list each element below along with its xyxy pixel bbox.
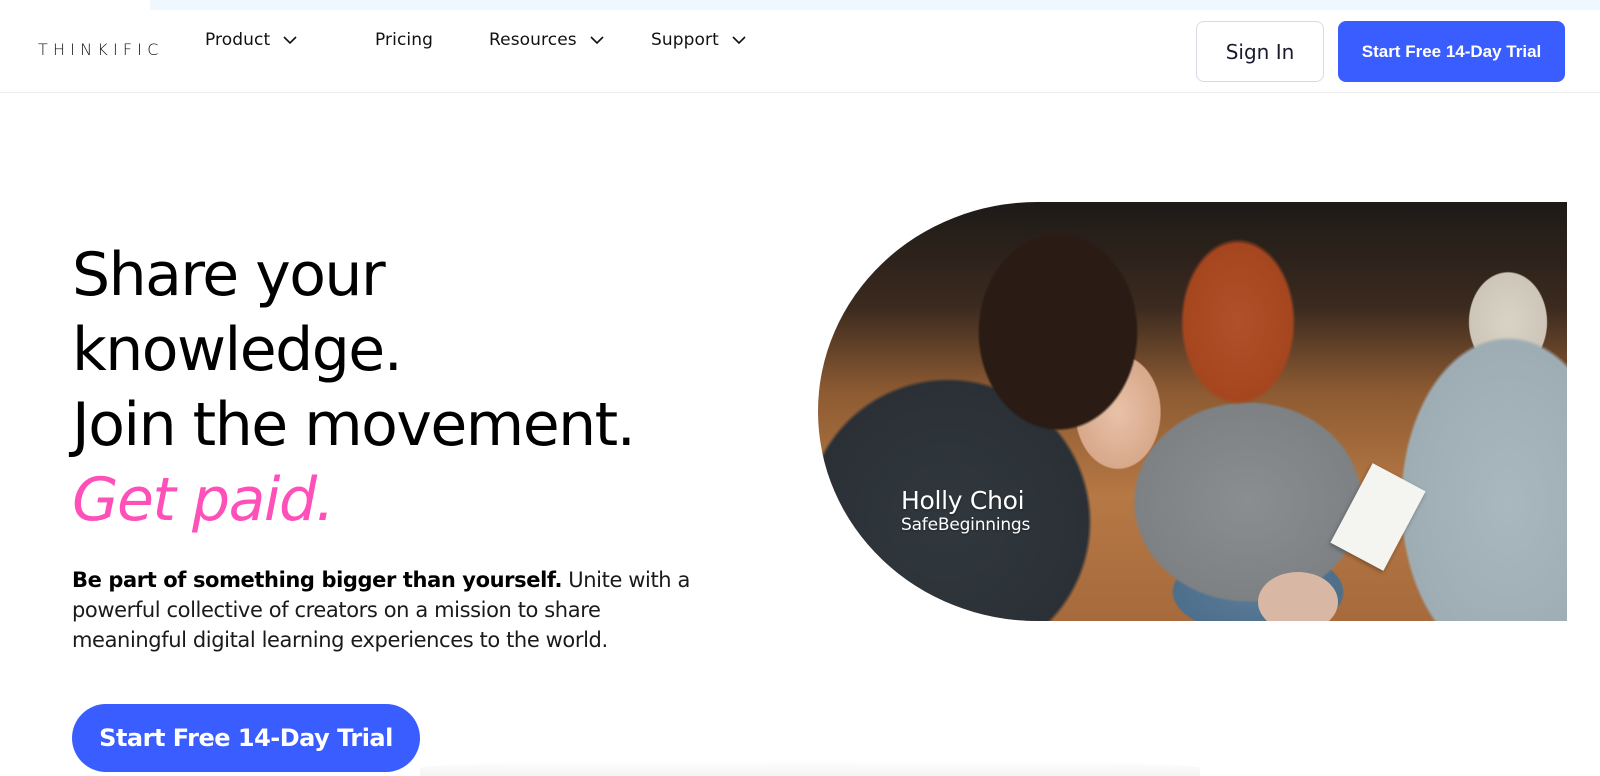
hero-subtitle-bold: Be part of something bigger than yoursel… <box>72 568 563 592</box>
headline-line-2: knowledge. <box>72 315 403 385</box>
sign-in-button[interactable]: Sign In <box>1196 21 1324 82</box>
header-start-trial-button[interactable]: Start Free 14-Day Trial <box>1338 21 1565 82</box>
caption-organization: SafeBeginnings <box>901 515 1031 535</box>
headline-line-1: Share your <box>72 240 386 310</box>
top-banner-strip <box>150 0 1600 10</box>
hero-headline: Share your knowledge. Join the movement.… <box>72 238 636 538</box>
chevron-down-icon <box>731 32 747 48</box>
chevron-down-icon <box>282 32 298 48</box>
nav-product-label: Product <box>205 30 271 50</box>
thinkific-logo[interactable]: THINKIFIC <box>38 40 164 59</box>
caption-name: Holly Choi <box>901 486 1025 515</box>
chevron-down-icon <box>589 32 605 48</box>
photo-scene <box>818 202 1567 621</box>
headline-line-3: Join the movement. <box>72 390 636 460</box>
site-header: THINKIFIC Product Pricing Resources Supp… <box>0 10 1600 93</box>
nav-product[interactable]: Product <box>205 30 298 50</box>
nav-resources-label: Resources <box>489 30 577 50</box>
nav-pricing-label: Pricing <box>375 30 434 50</box>
hero-subtitle: Be part of something bigger than yoursel… <box>72 565 712 655</box>
photo-caption: Holly Choi SafeBeginnings <box>901 486 1031 536</box>
nav-support[interactable]: Support <box>651 30 747 50</box>
nav-resources[interactable]: Resources <box>489 30 605 50</box>
nav-pricing[interactable]: Pricing <box>375 30 433 50</box>
hero-start-trial-button[interactable]: Start Free 14-Day Trial <box>72 704 420 772</box>
hero-photo <box>818 202 1567 621</box>
headline-accent: Get paid. <box>72 465 335 535</box>
nav-support-label: Support <box>651 30 719 50</box>
section-divider-shadow <box>420 760 1200 776</box>
